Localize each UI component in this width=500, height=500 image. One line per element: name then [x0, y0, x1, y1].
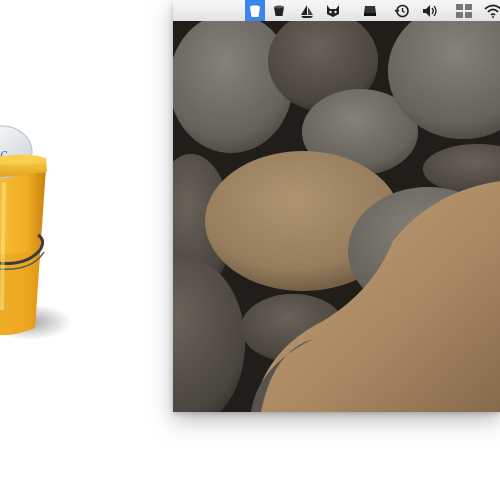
time-machine-menu-icon[interactable] [392, 0, 412, 21]
bucket-app-icon[interactable]: ic [0, 0, 172, 500]
sailboat-menu-icon[interactable] [298, 0, 316, 21]
menu-bar [173, 0, 500, 22]
wifi-menu-icon[interactable] [483, 0, 500, 21]
cup-menu-icon[interactable] [270, 0, 288, 21]
bucket-menu-icon[interactable] [245, 0, 265, 21]
cat-menu-icon[interactable] [323, 0, 343, 21]
drive-menu-icon[interactable] [361, 0, 379, 21]
desktop-window [173, 0, 500, 412]
spaces-menu-icon[interactable] [454, 0, 474, 21]
volume-menu-icon[interactable] [420, 0, 440, 21]
pebbles-wallpaper [173, 21, 500, 412]
